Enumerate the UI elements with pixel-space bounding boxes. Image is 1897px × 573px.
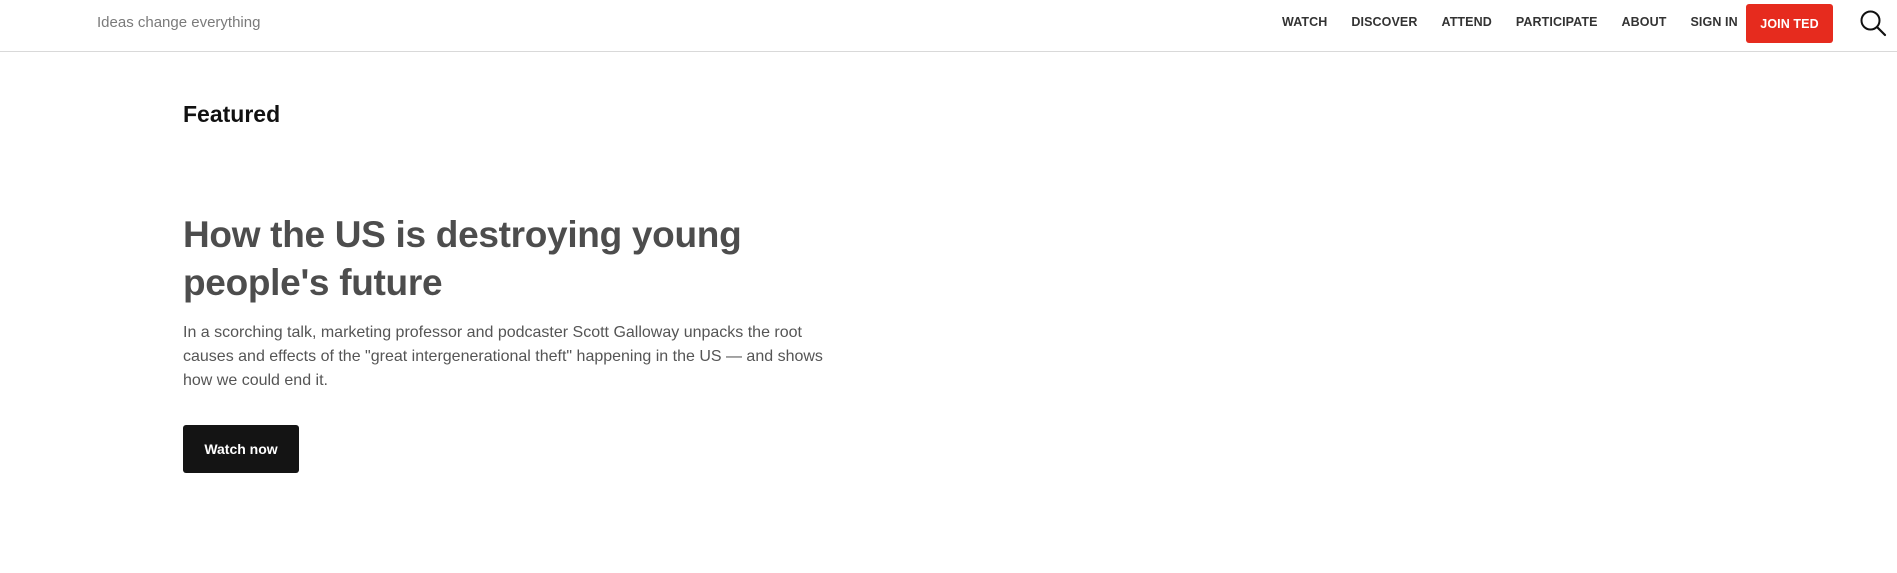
nav-item-about[interactable]: ABOUT <box>1622 14 1667 30</box>
search-button[interactable] <box>1858 8 1888 38</box>
nav-item-watch[interactable]: WATCH <box>1282 14 1327 30</box>
site-tagline: Ideas change everything <box>97 14 261 31</box>
join-ted-button[interactable]: JOIN TED <box>1746 4 1833 43</box>
search-icon <box>1860 10 1887 37</box>
nav-item-sign-in[interactable]: SIGN IN <box>1690 14 1737 30</box>
main-nav: WATCH DISCOVER ATTEND PARTICIPATE ABOUT … <box>1282 0 1762 44</box>
featured-headline[interactable]: How the US is destroying young people's … <box>183 211 803 307</box>
nav-item-participate[interactable]: PARTICIPATE <box>1516 14 1598 30</box>
section-title: Featured <box>183 101 281 127</box>
watch-now-button[interactable]: Watch now <box>183 425 299 473</box>
featured-description: In a scorching talk, marketing professor… <box>183 324 823 389</box>
top-navigation-bar: Ideas change everything WATCH DISCOVER A… <box>0 0 1897 52</box>
nav-item-attend[interactable]: ATTEND <box>1442 14 1492 30</box>
nav-item-discover[interactable]: DISCOVER <box>1351 14 1417 30</box>
